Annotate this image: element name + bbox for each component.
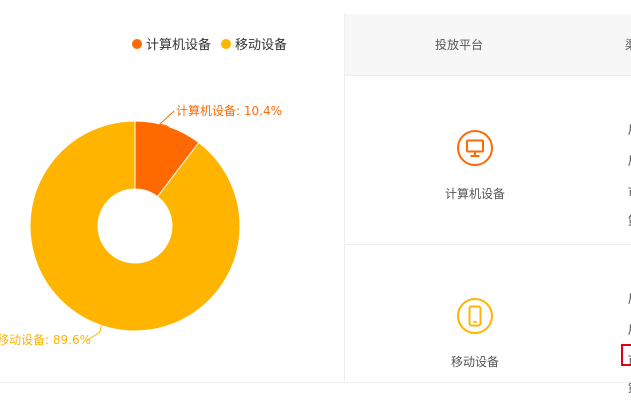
pie-label-computer: 计算机设备: 10.4% [176,103,282,118]
platform-label-mobile: 移动设备 [450,355,499,369]
device-distribution-chart-panel: : 计算机设备 移动设备 计算机设备: 10.4%移动设备: 89.6% [0,14,344,382]
device-donut-chart: 计算机设备: 10.4% 移动设备: 89.6% [0,103,282,347]
table-row: 计算机设备 局 局 市 策 [345,76,631,245]
table-row: 移动设备 局 局 市 策 [345,245,631,413]
table-header: 投放平台 渠 [345,14,631,76]
pie-label-mobile: 移动设备: 89.6% [0,333,91,347]
monitor-icon [457,130,493,166]
platform-label-computer: 计算机设备 [444,187,505,201]
platform-table: 投放平台 渠 计算机设备 局 局 市 策 移动设备 局 局 [344,14,631,395]
pie-slice-mobile[interactable] [29,120,241,332]
report-page: : 计算机设备 移动设备 计算机设备: 10.4%移动设备: 89.6% 投放平… [0,0,631,417]
column-header-channel: 渠 [625,36,631,53]
mobile-phone-icon [457,298,493,334]
pie-leader-computer [159,110,175,128]
bottom-divider [0,382,631,383]
highlight-box [621,344,631,366]
column-header-platform: 投放平台 [435,38,484,52]
